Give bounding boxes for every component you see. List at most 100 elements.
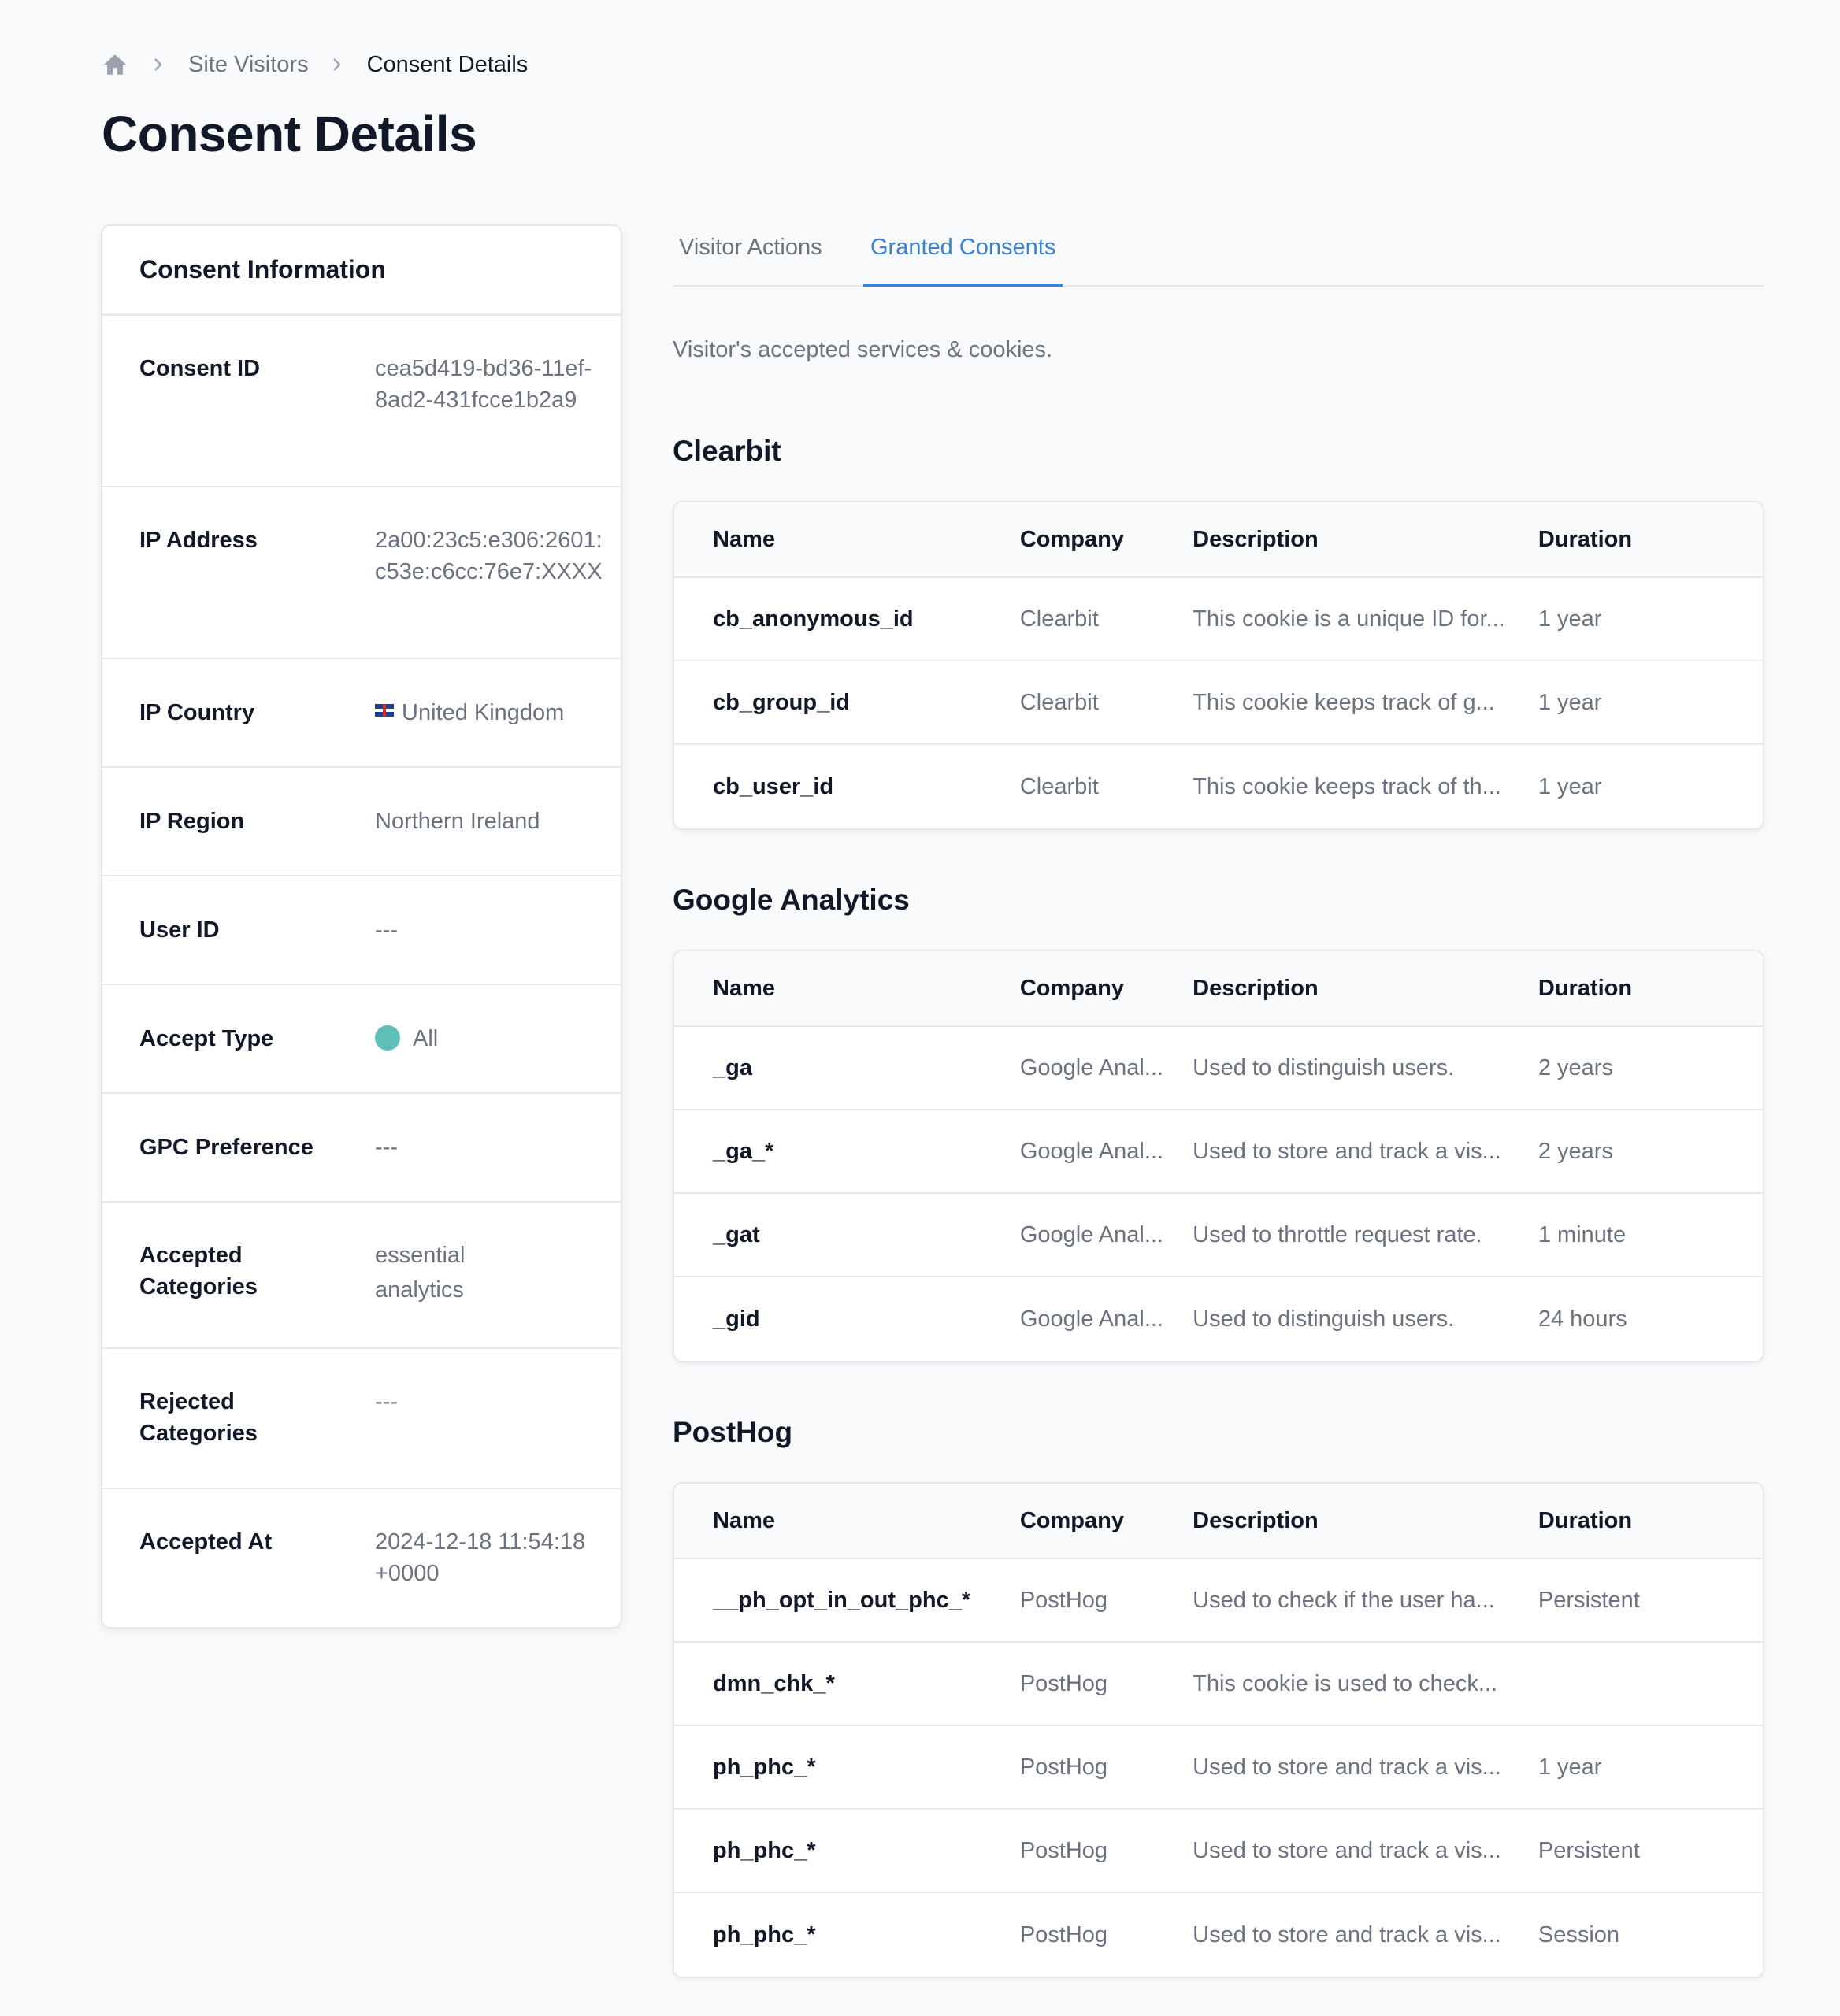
tab-granted-consents[interactable]: Granted Consents xyxy=(863,220,1063,287)
info-row-ip-region: IP Region Northern Ireland xyxy=(102,768,621,876)
group-title-clearbit: Clearbit xyxy=(673,435,781,467)
tab-bar: Visitor Actions Granted Consents xyxy=(673,220,1764,287)
table-row[interactable]: _ga_* Google Anal... Used to store and t… xyxy=(674,1110,1763,1194)
table-posthog: Name Company Description Duration __ph_o… xyxy=(673,1482,1764,1978)
cell-description: This cookie is used to check... xyxy=(1193,1670,1498,1696)
cell-description: Used to throttle request rate. xyxy=(1193,1221,1482,1247)
cell-company: Clearbit xyxy=(1019,773,1099,799)
info-label: Accepted Categories xyxy=(139,1243,258,1299)
table-row[interactable]: ph_phc_* PostHog Used to store and track… xyxy=(674,1893,1763,1977)
col-header-description: Description xyxy=(1193,975,1319,1001)
cell-description: Used to check if the user ha... xyxy=(1193,1587,1495,1613)
info-row-rejected-categories: Rejected Categories --- xyxy=(102,1349,621,1489)
breadcrumb-current: Consent Details xyxy=(366,51,529,77)
breadcrumb-link-site-visitors[interactable]: Site Visitors xyxy=(188,52,309,78)
cell-duration: 24 hours xyxy=(1538,1306,1627,1332)
table-row[interactable]: cb_anonymous_id Clearbit This cookie is … xyxy=(674,578,1763,662)
status-dot-icon xyxy=(375,1025,400,1051)
table-row[interactable]: _gid Google Anal... Used to distinguish … xyxy=(674,1277,1763,1361)
card-title: Consent Information xyxy=(102,226,621,316)
cell-description: Used to store and track a vis... xyxy=(1193,1837,1501,1863)
info-value-accept-type: All xyxy=(375,1023,603,1054)
table-google-analytics: Name Company Description Duration _ga Go… xyxy=(673,950,1764,1362)
info-label: IP Address xyxy=(139,528,258,553)
cell-duration: 2 years xyxy=(1538,1054,1613,1080)
cell-name: _gid xyxy=(713,1306,760,1332)
cell-duration: 1 year xyxy=(1538,606,1602,632)
cell-description: Used to store and track a vis... xyxy=(1193,1138,1501,1164)
section-subtitle: Visitor's accepted services & cookies. xyxy=(673,337,1053,362)
cell-name: cb_anonymous_id xyxy=(713,606,914,632)
table-row[interactable]: ph_phc_* PostHog Used to store and track… xyxy=(674,1726,1763,1810)
col-header-description: Description xyxy=(1193,526,1319,552)
info-label: Consent ID xyxy=(139,356,261,381)
cell-company: PostHog xyxy=(1019,1587,1108,1613)
tab-visitor-actions[interactable]: Visitor Actions xyxy=(679,220,822,287)
info-row-user-id: User ID --- xyxy=(102,876,621,985)
table-row[interactable]: _ga Google Anal... Used to distinguish u… xyxy=(674,1027,1763,1110)
cell-name: dmn_chk_* xyxy=(713,1670,835,1696)
cell-duration: 1 year xyxy=(1538,1754,1602,1780)
cell-company: Clearbit xyxy=(1019,606,1099,632)
group-title-posthog: PostHog xyxy=(673,1416,793,1448)
info-value: 2a00:23c5:e306:2601:c53e:c6cc:76e7:XXXX xyxy=(375,528,603,584)
info-label: Rejected Categories xyxy=(139,1389,258,1446)
cell-duration: Persistent xyxy=(1538,1587,1640,1613)
cell-company: PostHog xyxy=(1019,1922,1108,1947)
cell-description: This cookie keeps track of g... xyxy=(1193,689,1495,715)
cell-company: Clearbit xyxy=(1019,689,1099,715)
home-icon[interactable] xyxy=(102,50,130,79)
cell-description: Used to distinguish users. xyxy=(1193,1054,1455,1080)
cell-duration: 1 minute xyxy=(1538,1221,1627,1247)
cell-name: _ga xyxy=(713,1054,752,1080)
cell-name: ph_phc_* xyxy=(713,1837,816,1863)
cell-duration: 1 year xyxy=(1538,689,1602,715)
cell-name: cb_user_id xyxy=(713,773,834,799)
table-header-row: Name Company Description Duration xyxy=(674,1484,1763,1559)
info-value: Northern Ireland xyxy=(375,809,540,834)
info-label: GPC Preference xyxy=(139,1135,313,1160)
category-tag: essential xyxy=(375,1243,466,1268)
cell-name: __ph_opt_in_out_phc_* xyxy=(713,1587,971,1613)
info-label: Accepted At xyxy=(139,1529,273,1555)
cell-duration: 2 years xyxy=(1538,1138,1613,1164)
info-row-accepted-categories: Accepted Categories essential analytics xyxy=(102,1203,621,1349)
cell-name: cb_group_id xyxy=(713,689,851,715)
col-header-company: Company xyxy=(1019,975,1124,1001)
info-value-categories: essential analytics xyxy=(375,1240,603,1347)
category-tag: analytics xyxy=(375,1277,464,1303)
col-header-name: Name xyxy=(713,526,775,552)
cell-company: PostHog xyxy=(1019,1837,1108,1863)
chevron-right-icon xyxy=(152,57,168,72)
table-row[interactable]: cb_group_id Clearbit This cookie keeps t… xyxy=(674,662,1763,745)
cell-company: Google Anal... xyxy=(1019,1221,1164,1247)
table-row[interactable]: _gat Google Anal... Used to throttle req… xyxy=(674,1194,1763,1277)
info-value: United Kingdom xyxy=(402,700,565,725)
info-value-country: United Kingdom xyxy=(375,697,603,728)
cell-name: ph_phc_* xyxy=(713,1922,816,1947)
table-row[interactable]: __ph_opt_in_out_phc_* PostHog Used to ch… xyxy=(674,1559,1763,1643)
info-value: All xyxy=(413,1026,439,1051)
info-value: --- xyxy=(375,1135,398,1160)
info-row-ip-address: IP Address 2a00:23c5:e306:2601:c53e:c6cc… xyxy=(102,487,621,659)
cell-description: This cookie keeps track of th... xyxy=(1193,773,1501,799)
table-row[interactable]: dmn_chk_* PostHog This cookie is used to… xyxy=(674,1643,1763,1726)
cell-description: Used to distinguish users. xyxy=(1193,1306,1455,1332)
uk-flag-icon xyxy=(375,704,394,717)
cell-company: PostHog xyxy=(1019,1754,1108,1780)
info-row-accept-type: Accept Type All xyxy=(102,985,621,1094)
breadcrumb: Site Visitors Consent Details xyxy=(102,47,528,82)
info-row-accepted-at: Accepted At 2024-12-18 11:54:18 +0000 xyxy=(102,1489,621,1627)
table-row[interactable]: ph_phc_* PostHog Used to store and track… xyxy=(674,1810,1763,1893)
table-row[interactable]: cb_user_id Clearbit This cookie keeps tr… xyxy=(674,745,1763,828)
cell-description: Used to store and track a vis... xyxy=(1193,1922,1501,1947)
info-value: --- xyxy=(375,1389,398,1414)
col-header-company: Company xyxy=(1019,1507,1124,1533)
cell-duration: 1 year xyxy=(1538,773,1602,799)
cell-duration: Session xyxy=(1538,1922,1620,1947)
info-row-consent-id: Consent ID cea5d419-bd36-11ef-8ad2-431fc… xyxy=(102,316,621,487)
table-header-row: Name Company Description Duration xyxy=(674,951,1763,1027)
col-header-duration: Duration xyxy=(1538,1507,1633,1533)
cell-description: Used to store and track a vis... xyxy=(1193,1754,1501,1780)
cell-company: PostHog xyxy=(1019,1670,1108,1696)
